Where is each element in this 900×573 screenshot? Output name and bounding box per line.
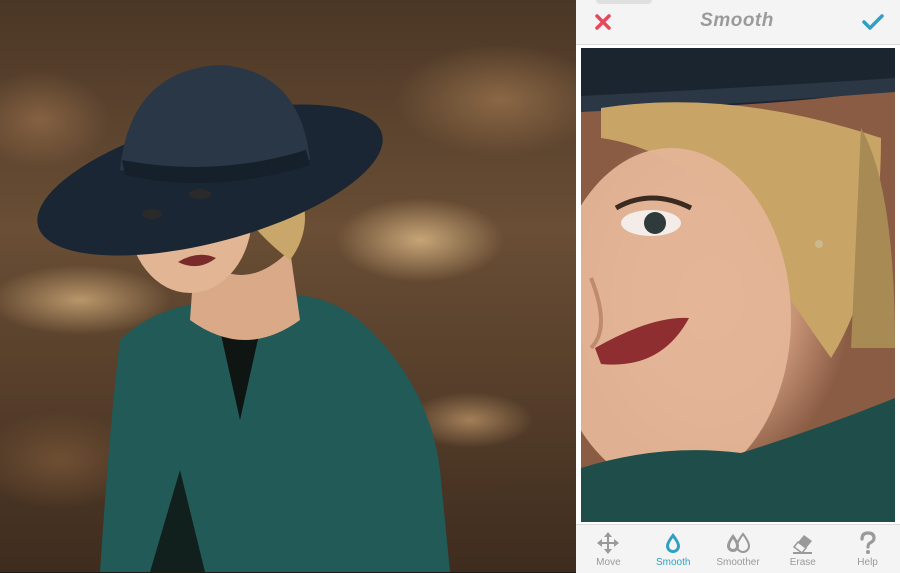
closeup-illustration bbox=[581, 48, 895, 522]
original-photo bbox=[0, 0, 576, 572]
tool-label: Move bbox=[596, 557, 621, 568]
tool-label: Smoother bbox=[716, 557, 760, 568]
tool-title: Smooth bbox=[700, 10, 774, 31]
checkmark-icon bbox=[862, 14, 884, 30]
move-icon bbox=[597, 532, 620, 554]
eraser-icon bbox=[792, 535, 812, 555]
tool-erase[interactable]: Erase bbox=[770, 525, 835, 573]
close-icon bbox=[595, 14, 611, 30]
confirm-button[interactable] bbox=[856, 8, 890, 36]
tool-help[interactable]: Help bbox=[835, 525, 900, 573]
tool-label: Erase bbox=[789, 557, 816, 568]
tool-smoother[interactable]: Smoother bbox=[706, 525, 771, 573]
question-icon bbox=[859, 531, 876, 554]
tool-smooth[interactable]: Smooth bbox=[641, 525, 706, 573]
cancel-button[interactable] bbox=[586, 8, 620, 36]
zoomed-preview-photo[interactable] bbox=[581, 48, 895, 522]
tool-label: Smooth bbox=[655, 557, 691, 568]
tool-label: Help bbox=[857, 557, 878, 568]
drop-icon bbox=[666, 533, 681, 553]
double-drop-icon bbox=[726, 532, 750, 553]
tool-move[interactable]: Move bbox=[576, 525, 641, 573]
bottom-toolbar: Move Smooth Smoother Erase Help bbox=[576, 524, 900, 573]
top-bar-tab bbox=[596, 0, 652, 4]
portrait-illustration bbox=[37, 65, 450, 572]
